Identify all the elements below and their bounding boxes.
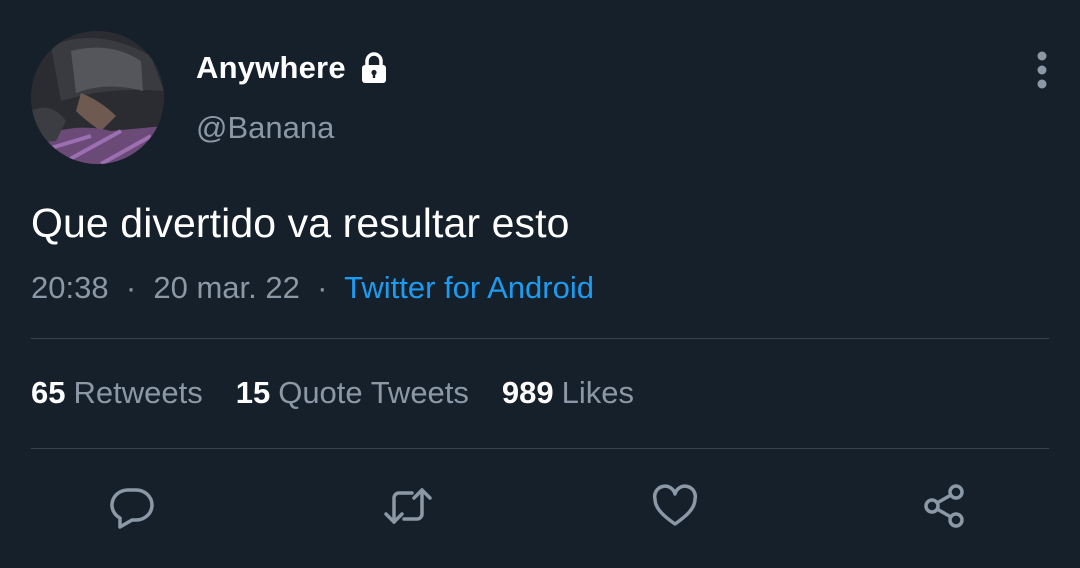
tweet-date[interactable]: 20 mar. 22 [153, 270, 299, 305]
tweet-stats: 65 Retweets 15 Quote Tweets 989 Likes [31, 375, 667, 411]
share-icon[interactable] [920, 482, 968, 530]
retweet-icon[interactable] [384, 482, 432, 530]
divider [31, 338, 1049, 339]
retweets-stat[interactable]: 65 Retweets [31, 375, 203, 411]
tweet-time[interactable]: 20:38 [31, 270, 109, 305]
author-name-row[interactable]: Anywhere [196, 50, 392, 86]
quote-tweets-label: Quote Tweets [278, 375, 469, 410]
author-handle[interactable]: @Banana [196, 110, 334, 146]
quote-tweets-count: 15 [235, 375, 271, 410]
like-icon[interactable] [651, 482, 699, 530]
lock-icon [356, 50, 392, 86]
avatar-image [31, 31, 164, 164]
tweet-source-link[interactable]: Twitter for Android [344, 270, 594, 305]
tweet-meta: 20:38 · 20 mar. 22 · Twitter for Android [31, 270, 594, 306]
quote-tweets-stat[interactable]: 15 Quote Tweets [236, 375, 469, 411]
retweets-label: Retweets [73, 375, 203, 410]
display-name[interactable]: Anywhere [196, 50, 346, 86]
meta-separator: · [117, 270, 145, 305]
retweets-count: 65 [31, 375, 66, 410]
tweet-text: Que divertido va resultar esto [31, 200, 570, 246]
avatar[interactable] [31, 31, 164, 164]
likes-stat[interactable]: 989 Likes [502, 375, 634, 411]
likes-count: 989 [501, 375, 554, 410]
more-vertical-icon[interactable] [1030, 50, 1054, 90]
likes-label: Likes [561, 375, 635, 410]
meta-separator: · [308, 270, 337, 305]
reply-icon[interactable] [108, 482, 156, 530]
divider [31, 448, 1049, 449]
